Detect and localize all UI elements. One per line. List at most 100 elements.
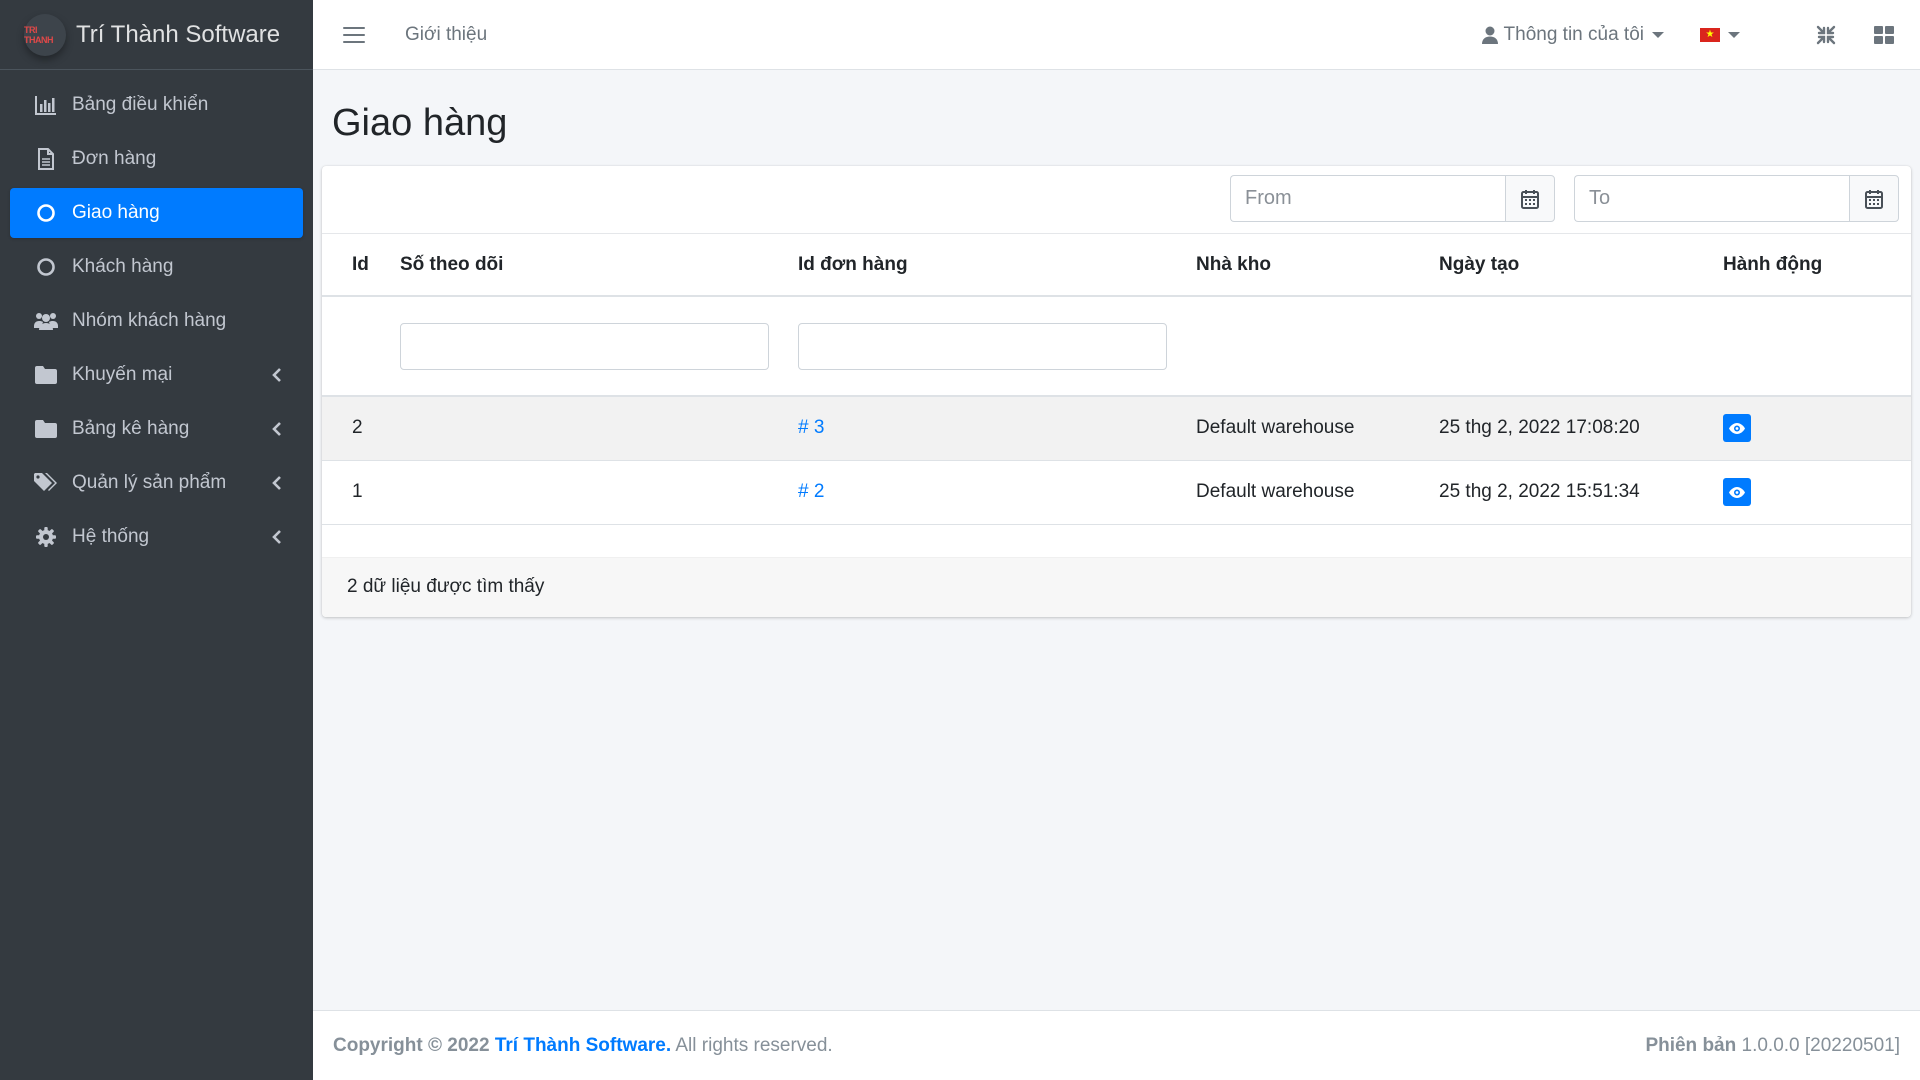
results-count: 2 dữ liệu được tìm thấy <box>347 576 545 597</box>
tags-icon <box>34 471 58 495</box>
shipments-table: Id Số theo dõi Id đơn hàng Nhà kho Ngày … <box>322 234 1911 525</box>
tracking-filter-input[interactable] <box>400 322 769 370</box>
brand-link[interactable]: TRI THANH Trí Thành Software <box>0 0 313 70</box>
sidebar-item-label: Quản lý sản phẩm <box>72 472 227 493</box>
th-large-icon <box>1874 26 1894 44</box>
intro-link[interactable]: Giới thiệu <box>405 24 487 46</box>
column-header-id[interactable]: Id <box>322 234 388 297</box>
chevron-left-icon <box>271 367 283 383</box>
file-alt-icon <box>34 147 58 171</box>
folder-icon <box>34 417 58 441</box>
compress-arrows-icon <box>1816 25 1836 45</box>
circle-icon <box>34 255 58 279</box>
cell-tracking <box>388 396 786 461</box>
sidebar-item-customers[interactable]: Khách hàng <box>10 242 303 292</box>
column-header-order-id[interactable]: Id đơn hàng <box>786 234 1184 297</box>
copyright: Copyright © 2022 Trí Thành Software. All… <box>333 1035 833 1057</box>
control-sidebar-button[interactable] <box>1872 23 1896 47</box>
column-header-actions: Hành động <box>1711 234 1911 297</box>
calendar-icon <box>1865 189 1883 209</box>
users-icon <box>34 309 58 333</box>
rights-text: All rights reserved. <box>675 1034 833 1056</box>
table-row: 2 # 3 Default warehouse 25 thg 2, 2022 1… <box>322 396 1911 461</box>
cell-warehouse: Default warehouse <box>1184 396 1427 461</box>
to-date-picker-button[interactable] <box>1849 175 1899 222</box>
sidebar-item-label: Nhóm khách hàng <box>72 310 227 331</box>
language-dropdown[interactable]: ★ <box>1700 28 1740 42</box>
sidebar-item-system[interactable]: Hệ thống <box>10 512 303 562</box>
top-navbar: Giới thiệu Thông tin của tôi ★ <box>313 0 1920 70</box>
chart-bar-icon <box>34 93 58 117</box>
page-title: Giao hàng <box>332 102 508 144</box>
calendar-icon <box>1521 189 1539 209</box>
view-button[interactable] <box>1723 414 1751 443</box>
order-link[interactable]: # 2 <box>798 481 824 502</box>
column-header-warehouse[interactable]: Nhà kho <box>1184 234 1427 297</box>
sidebar-item-label: Bảng kê hàng <box>72 418 190 439</box>
chevron-left-icon <box>271 421 283 437</box>
sidebar-item-label: Đơn hàng <box>72 148 157 169</box>
cell-warehouse: Default warehouse <box>1184 460 1427 525</box>
sidebar-nav: Bảng điều khiển Đơn hàng Giao hàng Khách… <box>0 70 313 576</box>
cell-created: 25 thg 2, 2022 15:51:34 <box>1427 460 1711 525</box>
menu-toggle-button[interactable] <box>343 26 365 43</box>
sidebar-item-label: Khách hàng <box>72 256 174 277</box>
results-summary: 2 dữ liệu được tìm thấy <box>322 556 1911 617</box>
from-date-input[interactable] <box>1230 175 1505 222</box>
sidebar-item-orders[interactable]: Đơn hàng <box>10 134 303 184</box>
sidebar-item-shipping[interactable]: Giao hàng <box>10 188 303 238</box>
user-menu-dropdown[interactable]: Thông tin của tôi <box>1481 24 1664 46</box>
sidebar-item-products[interactable]: Quản lý sản phẩm <box>10 458 303 508</box>
sidebar: TRI THANH Trí Thành Software Bảng điều k… <box>0 0 313 1080</box>
shipments-card: Id Số theo dõi Id đơn hàng Nhà kho Ngày … <box>322 166 1911 617</box>
eye-icon <box>1729 486 1745 498</box>
page-footer: Copyright © 2022 Trí Thành Software. All… <box>313 1010 1920 1080</box>
cell-id: 1 <box>322 460 388 525</box>
eye-icon <box>1729 422 1745 434</box>
column-header-created[interactable]: Ngày tạo <box>1427 234 1711 297</box>
from-date-picker-button[interactable] <box>1505 175 1555 222</box>
from-date-group <box>1230 175 1555 222</box>
view-button[interactable] <box>1723 478 1751 506</box>
sidebar-item-dashboard[interactable]: Bảng điều khiển <box>10 80 303 130</box>
cog-icon <box>34 525 58 549</box>
column-header-tracking[interactable]: Số theo dõi <box>388 234 786 297</box>
cell-tracking <box>388 460 786 525</box>
sidebar-item-stock-list[interactable]: Bảng kê hàng <box>10 404 303 454</box>
version-info: Phiên bản 1.0.0.0 [20220501] <box>1645 1035 1900 1057</box>
table-header-row: Id Số theo dõi Id đơn hàng Nhà kho Ngày … <box>322 234 1911 297</box>
order-id-filter-input[interactable] <box>798 322 1167 370</box>
sidebar-item-promotions[interactable]: Khuyến mại <box>10 350 303 400</box>
cell-id: 2 <box>322 396 388 461</box>
chevron-left-icon <box>271 529 283 545</box>
to-date-group <box>1574 175 1899 222</box>
chevron-left-icon <box>271 475 283 491</box>
caret-down-icon <box>1728 32 1740 38</box>
brand-logo: TRI THANH <box>24 13 66 56</box>
sidebar-item-label: Bảng điều khiển <box>72 94 209 115</box>
circle-icon <box>34 201 58 225</box>
folder-icon <box>34 363 58 387</box>
version-label: Phiên bản <box>1645 1034 1737 1056</box>
cell-created: 25 thg 2, 2022 17:08:20 <box>1427 396 1711 461</box>
brand-name: Trí Thành Software <box>76 20 281 48</box>
user-icon <box>1481 26 1498 44</box>
sidebar-item-label: Hệ thống <box>72 526 150 547</box>
footer-brand-link[interactable]: Trí Thành Software. <box>495 1035 671 1056</box>
version-value: 1.0.0.0 [20220501] <box>1741 1034 1900 1056</box>
date-filter-bar <box>322 166 1911 234</box>
vietnam-flag-icon: ★ <box>1700 28 1720 42</box>
topbar-right: Thông tin của tôi ★ <box>1481 0 1896 70</box>
caret-down-icon <box>1652 32 1664 38</box>
main-content: Giao hàng From To Id Số theo dõi Id đơn … <box>313 70 1920 1010</box>
filter-row <box>322 296 1911 397</box>
sidebar-item-label: Khuyến mại <box>72 364 173 385</box>
fullscreen-toggle-button[interactable] <box>1814 23 1838 47</box>
to-date-input[interactable] <box>1574 175 1849 222</box>
user-menu-label: Thông tin của tôi <box>1503 24 1644 45</box>
table-row: 1 # 2 Default warehouse 25 thg 2, 2022 1… <box>322 460 1911 525</box>
sidebar-item-label: Giao hàng <box>72 202 160 223</box>
sidebar-item-customer-groups[interactable]: Nhóm khách hàng <box>10 296 303 346</box>
order-link[interactable]: # 3 <box>798 417 824 438</box>
copyright-prefix: Copyright © 2022 <box>333 1034 490 1056</box>
